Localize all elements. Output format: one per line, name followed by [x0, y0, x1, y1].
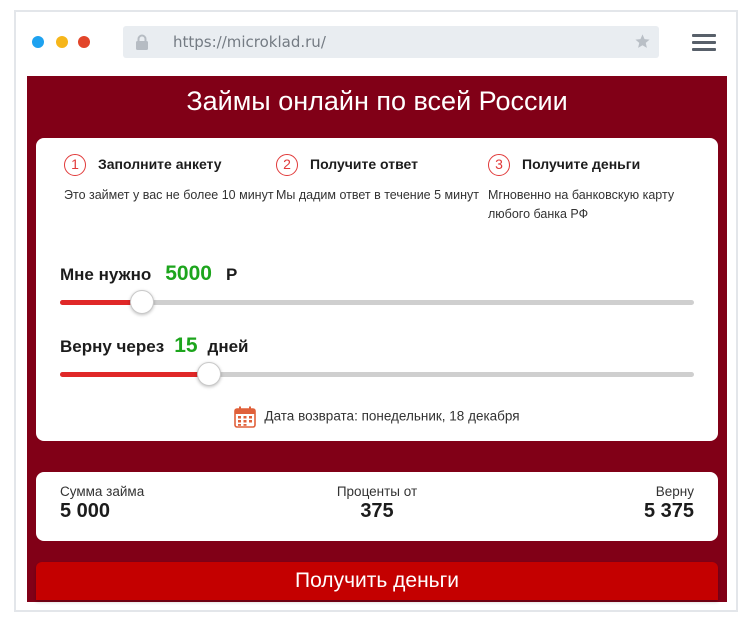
page-content: Займы онлайн по всей России 1 Заполните … — [27, 76, 727, 602]
bookmark-star-icon[interactable] — [634, 33, 651, 50]
term-label: Верну через — [60, 337, 165, 356]
url-text: https://microklad.ru/ — [173, 33, 326, 51]
menu-icon[interactable] — [692, 32, 716, 52]
interest-summary: Проценты от 375 — [36, 484, 718, 522]
page-title: Займы онлайн по всей России — [186, 86, 568, 116]
repay-label: Верну — [655, 484, 694, 499]
step-description: Мгновенно на банковскую карту любого бан… — [488, 188, 675, 221]
step-description: Мы дадим ответ в течение 5 минут — [276, 188, 479, 202]
return-date-text: Дата возврата: понедельник, 18 декабря — [264, 408, 520, 424]
step-description: Это займет у вас не более 10 минут — [64, 188, 274, 202]
menu-line — [692, 34, 716, 37]
term-unit: дней — [207, 337, 249, 356]
term-slider-handle[interactable] — [197, 362, 221, 386]
browser-window: https://microklad.ru/ Займы онлайн по вс… — [14, 10, 738, 612]
term-slider-fill — [60, 372, 209, 377]
return-date: Дата возврата: понедельник, 18 декабря — [36, 406, 718, 428]
term-value: 15 — [174, 334, 198, 357]
step-number-circle: 1 — [64, 154, 86, 176]
amount-label-line: Мне нужно 5000 Р — [60, 262, 694, 286]
amount-slider-track[interactable] — [60, 300, 694, 305]
browser-toolbar: https://microklad.ru/ — [16, 12, 736, 76]
term-slider-row: Верну через 15 дней — [60, 334, 694, 386]
menu-line — [692, 41, 716, 44]
interest-label: Проценты от — [336, 484, 418, 499]
term-slider-track[interactable] — [60, 372, 694, 377]
menu-line — [692, 48, 716, 51]
step-title: Заполните анкету — [98, 156, 222, 172]
step-number-circle: 2 — [276, 154, 298, 176]
calendar-icon — [234, 406, 257, 428]
get-money-button[interactable]: Получить деньги — [36, 562, 718, 600]
loan-summary-card: Сумма займа 5 000 Проценты от 375 Верну … — [36, 472, 718, 541]
step-number-circle: 3 — [488, 154, 510, 176]
step-title: Получите деньги — [522, 156, 641, 172]
term-label-line: Верну через 15 дней — [60, 334, 694, 358]
repay-summary: Верну 5 375 — [644, 484, 694, 522]
window-dot-blue-icon[interactable] — [32, 36, 44, 48]
amount-slider-handle[interactable] — [130, 290, 154, 314]
amount-label: Мне нужно — [60, 265, 152, 284]
address-bar[interactable]: https://microklad.ru/ — [123, 26, 659, 58]
repay-value: 5 375 — [643, 500, 694, 522]
window-dot-yellow-icon[interactable] — [56, 36, 68, 48]
amount-value: 5000 — [165, 262, 212, 285]
loan-calculator-card: 1 Заполните анкету Это займет у вас не б… — [36, 138, 718, 441]
amount-slider-row: Мне нужно 5000 Р — [60, 262, 694, 314]
step-title: Получите ответ — [310, 156, 418, 172]
interest-value: 375 — [360, 500, 394, 522]
window-dot-red-icon[interactable] — [78, 36, 90, 48]
lock-icon — [136, 34, 148, 50]
amount-unit: Р — [225, 265, 238, 284]
